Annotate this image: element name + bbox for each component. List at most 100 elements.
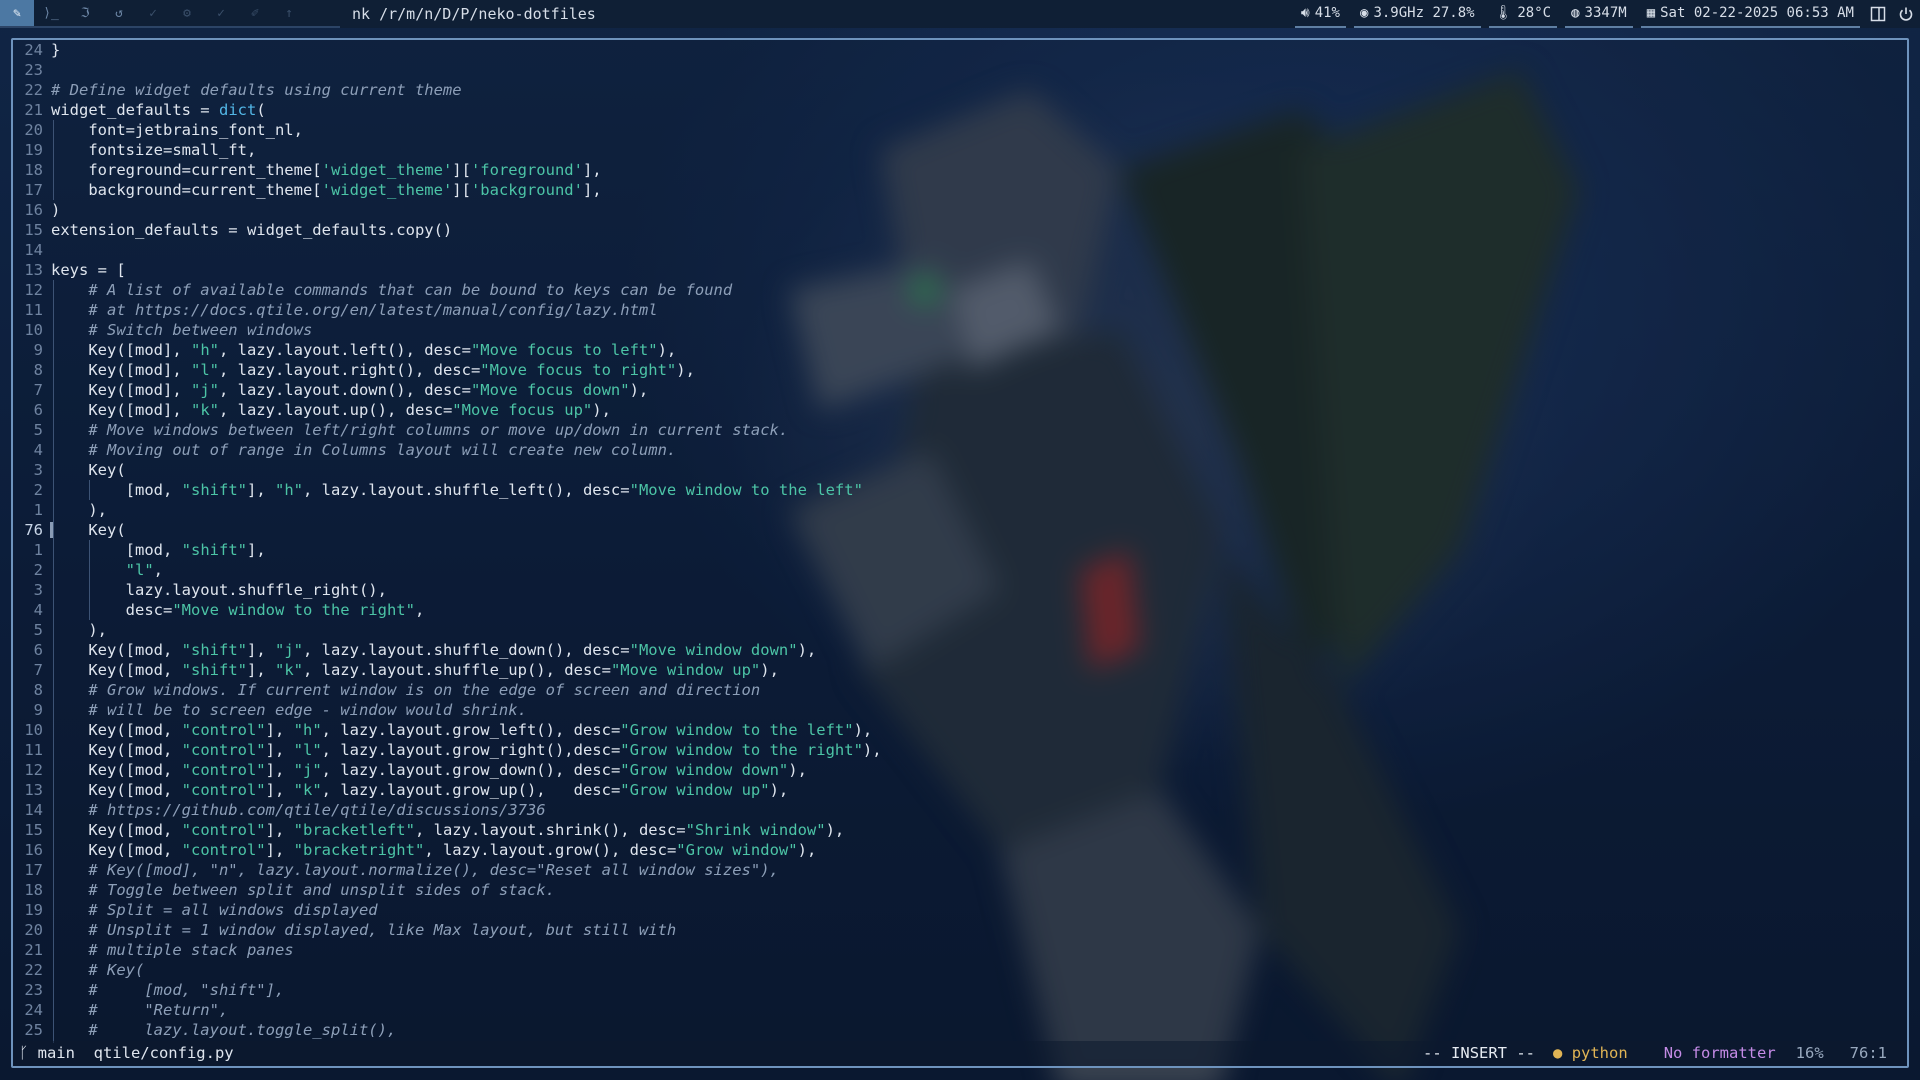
code-line[interactable]: 21 widget_defaults = dict(	[13, 100, 265, 120]
code-text: Key([mod], "j", lazy.layout.down(), desc…	[51, 380, 648, 400]
workspace-group-8[interactable]: ✐	[238, 0, 272, 26]
arrow-icon: ↑	[285, 5, 293, 21]
code-segment: Key([mod,	[51, 841, 182, 859]
code-text: # Switch between windows	[51, 320, 312, 340]
workspace-group-2[interactable]: ⟩_	[34, 0, 68, 26]
code-line[interactable]: 1 [mod, "shift"],	[13, 540, 266, 560]
code-line[interactable]: 1 ),	[13, 500, 107, 520]
code-line[interactable]: 24 # "Return",	[13, 1000, 228, 1020]
code-line[interactable]: 2 [mod, "shift"], "h", lazy.layout.shuff…	[13, 480, 863, 500]
code-line[interactable]: 20 # Unsplit = 1 window displayed, like …	[13, 920, 676, 940]
clock-widget[interactable]: ▦ Sat 02-22-2025 06:53 AM	[1640, 0, 1860, 28]
string-token: "bracketright"	[293, 841, 425, 859]
terminal-window[interactable]: 24} 23 22 # Define widget defaults using cu…	[11, 38, 1909, 1068]
code-line[interactable]: 4 desc="Move window to the right",	[13, 600, 425, 620]
code-line[interactable]: 18 # Toggle between split and unsplit si…	[13, 880, 555, 900]
code-text: Key([mod, "control"], "h", lazy.layout.g…	[51, 720, 872, 740]
string-token: "Move focus down"	[470, 381, 630, 399]
memory-widget[interactable]: ◍ 3347M	[1565, 0, 1633, 28]
string-token: "Grow window to the right"	[620, 741, 863, 759]
code-line[interactable]: 14 # https://github.com/qtile/qtile/disc…	[13, 800, 545, 820]
code-line[interactable]: 3 lazy.layout.shuffle_right(),	[13, 580, 387, 600]
code-segment: Key([mod,	[51, 781, 182, 799]
workspace-group-9[interactable]: ↑	[272, 0, 306, 26]
code-text: Key([mod], "h", lazy.layout.left(), desc…	[51, 340, 676, 360]
code-line[interactable]: 22 # Define widget defaults using current…	[13, 80, 461, 100]
code-line[interactable]: 12 # A list of available commands that c…	[13, 280, 732, 300]
temperature-widget[interactable]: 🌡︎ 28°C	[1488, 0, 1558, 28]
code-line[interactable]: 5 ),	[13, 620, 107, 640]
code-line[interactable]: 13 keys = [	[13, 260, 125, 280]
volume-widget[interactable]: 🔊︎ 41%	[1294, 0, 1346, 28]
code-line[interactable]: 23	[13, 60, 43, 80]
code-line[interactable]: 2 "l",	[13, 560, 163, 580]
code-line[interactable]: 20 font=jetbrains_font_nl,	[13, 120, 303, 140]
code-line[interactable]: 17 background=current_theme['widget_them…	[13, 180, 601, 200]
code-text: # A list of available commands that can …	[51, 280, 732, 300]
code-text: background=current_theme['widget_theme']…	[51, 180, 601, 200]
code-segment: ],	[246, 641, 275, 659]
line-number: 9	[33, 701, 43, 719]
code-line[interactable]: 8 # Grow windows. If current window is o…	[13, 680, 761, 700]
code-line[interactable]: 19 fontsize=small_ft,	[13, 140, 256, 160]
code-line[interactable]: 7 Key([mod], "j", lazy.layout.down(), de…	[13, 380, 649, 400]
code-line[interactable]: 11 Key([mod, "control"], "l", lazy.layou…	[13, 740, 881, 760]
code-line[interactable]: 6 Key([mod, "shift"], "j", lazy.layout.s…	[13, 640, 817, 660]
workspace-group-7[interactable]: ✓	[204, 0, 238, 26]
code-line[interactable]: 9 Key([mod], "h", lazy.layout.left(), de…	[13, 340, 677, 360]
workspace-group-1[interactable]: ✎	[0, 0, 34, 26]
code-text: desc="Move window to the right",	[51, 600, 425, 620]
code-line[interactable]: 13 Key([mod, "control"], "k", lazy.layou…	[13, 780, 788, 800]
code-line[interactable]: 19 # Split = all windows displayed	[13, 900, 377, 920]
code-line[interactable]: 10 # Switch between windows	[13, 320, 312, 340]
code-line[interactable]: 17 # Key([mod], "n", lazy.layout.normali…	[13, 860, 779, 880]
code-segment: , lazy.layout.grow_up(), desc=	[321, 781, 621, 799]
thermometer-icon: 🌡︎	[1494, 5, 1513, 21]
code-line[interactable]: 7 Key([mod, "shift"], "k", lazy.layout.s…	[13, 660, 779, 680]
code-line[interactable]: 9 # will be to screen edge - window woul…	[13, 700, 527, 720]
workspace-group-3[interactable]: ℑ	[68, 0, 102, 26]
code-text: extension_defaults = widget_defaults.cop…	[51, 220, 452, 240]
code-line[interactable]: 18 foreground=current_theme['widget_them…	[13, 160, 601, 180]
workspace-group-4[interactable]: ↺	[102, 0, 136, 26]
code-line[interactable]: 10 Key([mod, "control"], "h", lazy.layou…	[13, 720, 872, 740]
code-text: Key([mod, "control"], "k", lazy.layout.g…	[51, 780, 788, 800]
code-line[interactable]: 22 # Key(	[13, 960, 144, 980]
code-line[interactable]: 15 extension_defaults = widget_defaults.c…	[13, 220, 452, 240]
cpu-widget[interactable]: ◉ 3.9GHz 27.8%	[1354, 0, 1481, 28]
code-line[interactable]: 24}	[13, 40, 60, 60]
volume-value: 41%	[1314, 5, 1340, 21]
workspace-group-5[interactable]: ✓	[136, 0, 170, 26]
filetype-label: python	[1571, 1044, 1628, 1062]
code-line[interactable]: 23 # [mod, "shift"],	[13, 980, 284, 1000]
power-button[interactable]	[1892, 0, 1920, 28]
code-line[interactable]: 16)	[13, 200, 60, 220]
code-segment: # Grow windows. If current window is on …	[51, 681, 761, 699]
code-line[interactable]: 12 Key([mod, "control"], "j", lazy.layou…	[13, 760, 807, 780]
code-segment: Key([mod],	[51, 361, 191, 379]
line-number: 2	[33, 481, 43, 499]
code-line-current[interactable]: 76 Key(	[13, 520, 125, 540]
line-number: 8	[33, 361, 43, 379]
code-line[interactable]: 6 Key([mod], "k", lazy.layout.up(), desc…	[13, 400, 611, 420]
string-token: "Grow window to the left"	[620, 721, 854, 739]
code-line[interactable]: 21 # multiple stack panes	[13, 940, 293, 960]
code-line[interactable]: 11 # at https://docs.qtile.org/en/latest…	[13, 300, 657, 320]
code-segment: ),	[51, 621, 107, 639]
layout-button[interactable]	[1864, 0, 1892, 28]
code-line[interactable]: 4 # Moving out of range in Columns layou…	[13, 440, 677, 460]
code-line[interactable]: 15 Key([mod, "control"], "bracketleft", …	[13, 820, 844, 840]
code-line[interactable]: 3 Key(	[13, 460, 126, 480]
top-bar: ✎ ⟩_ ℑ ↺ ✓ ⚙ ✓ ✐ ↑ nk /r/m/n/D/P/neko-dotfiles 🔊…	[0, 0, 1920, 28]
code-line[interactable]: 8 Key([mod], "l", lazy.layout.right(), d…	[13, 360, 695, 380]
line-number: 24	[24, 41, 43, 59]
code-segment: ),	[797, 641, 817, 659]
code-segment: , lazy.layout.shrink(), desc=	[414, 821, 686, 839]
workspace-group-6[interactable]: ⚙	[170, 0, 204, 26]
code-line[interactable]: 5 # Move windows between left/right colu…	[13, 420, 789, 440]
code-line[interactable]: 25 # lazy.layout.toggle_split(),	[13, 1020, 396, 1040]
line-number: 10	[24, 721, 43, 739]
code-line[interactable]: 14	[13, 240, 43, 260]
code-editor[interactable]: 24} 23 22 # Define widget defaults using cu…	[13, 40, 1907, 1043]
code-line[interactable]: 16 Key([mod, "control"], "bracketright",…	[13, 840, 816, 860]
